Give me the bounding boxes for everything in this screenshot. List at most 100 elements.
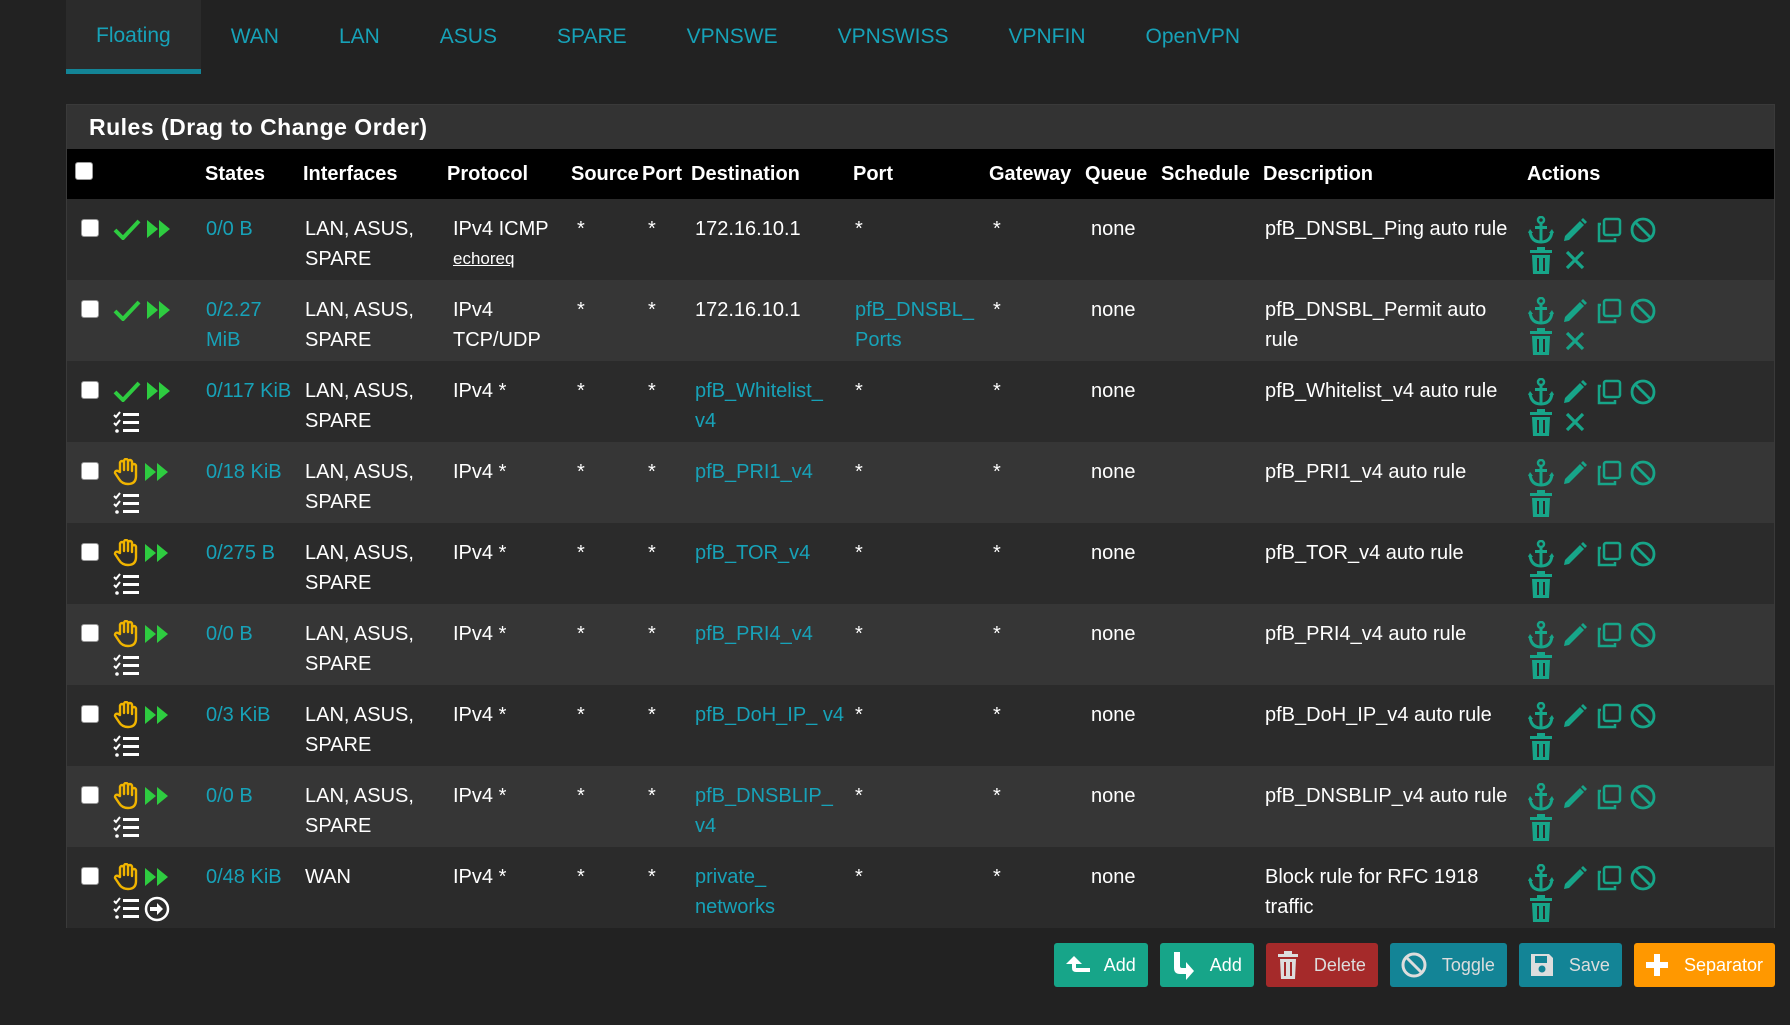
pencil-icon[interactable] — [1561, 216, 1589, 244]
tab-vpnfin[interactable]: VPNFIN — [979, 0, 1116, 74]
row-select-checkbox[interactable] — [81, 462, 99, 480]
clone-icon[interactable] — [1595, 378, 1623, 406]
trash-icon[interactable] — [1527, 489, 1555, 517]
tab-asus[interactable]: ASUS — [410, 0, 527, 74]
ban-icon[interactable] — [1629, 864, 1657, 892]
clone-icon[interactable] — [1595, 459, 1623, 487]
separator-button[interactable]: Separator — [1633, 943, 1775, 987]
destination-alias-link[interactable]: pfB_TOR_v4 — [695, 542, 810, 564]
table-row[interactable]: 0/0 B LAN, ASUS, SPARE IPv4 * * * pfB_PRI4_v4… — [67, 604, 1774, 685]
anchor-icon[interactable] — [1527, 620, 1555, 649]
pencil-icon[interactable] — [1561, 783, 1589, 811]
table-row[interactable]: 0/0 B LAN, ASUS, SPARE IPv4 ICMP echoreq * * 1… — [67, 199, 1774, 280]
anchor-icon[interactable] — [1527, 377, 1555, 406]
trash-icon[interactable] — [1527, 651, 1555, 679]
select-all-checkbox[interactable] — [75, 161, 93, 180]
states-link[interactable]: 0/18 KiB — [206, 461, 282, 483]
ban-icon[interactable] — [1629, 702, 1657, 730]
times-icon[interactable] — [1561, 246, 1589, 274]
destination-alias-link[interactable]: pfB_PRI4_v4 — [695, 623, 813, 645]
pencil-icon[interactable] — [1561, 378, 1589, 406]
pencil-icon[interactable] — [1561, 621, 1589, 649]
row-select-checkbox[interactable] — [81, 300, 99, 318]
ban-icon[interactable] — [1629, 216, 1657, 244]
table-row[interactable]: 0/48 KiB WAN IPv4 * * * private_ networks * * no… — [67, 847, 1774, 928]
clone-icon[interactable] — [1595, 621, 1623, 649]
clone-icon[interactable] — [1595, 540, 1623, 568]
clone-icon[interactable] — [1595, 864, 1623, 892]
pencil-icon[interactable] — [1561, 702, 1589, 730]
table-row[interactable]: 0/18 KiB LAN, ASUS, SPARE IPv4 * * * pfB_PRI1… — [67, 442, 1774, 523]
row-select-checkbox[interactable] — [81, 786, 99, 804]
clone-icon[interactable] — [1595, 783, 1623, 811]
add-bottom-button[interactable]: Add — [1159, 943, 1254, 987]
toggle-button[interactable]: Toggle — [1389, 943, 1507, 987]
states-link[interactable]: 0/0 B — [206, 623, 253, 645]
anchor-icon[interactable] — [1527, 215, 1555, 244]
trash-icon[interactable] — [1527, 813, 1555, 841]
anchor-icon[interactable] — [1527, 296, 1555, 325]
pencil-icon[interactable] — [1561, 540, 1589, 568]
anchor-icon[interactable] — [1527, 539, 1555, 568]
clone-icon[interactable] — [1595, 216, 1623, 244]
tab-spare[interactable]: SPARE — [527, 0, 657, 74]
table-row[interactable]: 0/117 KiB LAN, ASUS, SPARE IPv4 * * * pfB_Whi… — [67, 361, 1774, 442]
pencil-icon[interactable] — [1561, 459, 1589, 487]
destination-alias-link[interactable]: pfB_DNSBLIP_ v4 — [695, 785, 833, 837]
tab-floating[interactable]: Floating — [66, 0, 201, 74]
trash-icon[interactable] — [1527, 327, 1555, 355]
pencil-icon[interactable] — [1561, 864, 1589, 892]
trash-icon[interactable] — [1527, 408, 1555, 436]
ban-icon[interactable] — [1629, 783, 1657, 811]
anchor-icon[interactable] — [1527, 701, 1555, 730]
tab-wan[interactable]: WAN — [201, 0, 309, 74]
destination-alias-link[interactable]: pfB_DoH_IP_ v4 — [695, 704, 844, 726]
row-select-checkbox[interactable] — [81, 219, 99, 237]
ban-icon[interactable] — [1629, 540, 1657, 568]
table-row[interactable]: 0/0 B LAN, ASUS, SPARE IPv4 * * * pfB_DNSBLIP… — [67, 766, 1774, 847]
destination-port-alias-link[interactable]: pfB_DNSBL_ Ports — [855, 299, 974, 351]
delete-button[interactable]: Delete — [1265, 943, 1378, 987]
states-link[interactable]: 0/3 KiB — [206, 704, 270, 726]
destination-alias-link[interactable]: pfB_Whitelist_ v4 — [695, 380, 823, 432]
row-select-checkbox[interactable] — [81, 381, 99, 399]
times-icon[interactable] — [1561, 327, 1589, 355]
destination-alias-link[interactable]: private_ networks — [695, 866, 775, 918]
tab-vpnswiss[interactable]: VPNSWISS — [808, 0, 979, 74]
anchor-icon[interactable] — [1527, 458, 1555, 487]
states-link[interactable]: 0/117 KiB — [206, 380, 291, 402]
trash-icon[interactable] — [1527, 246, 1555, 274]
clone-icon[interactable] — [1595, 702, 1623, 730]
ban-icon[interactable] — [1629, 378, 1657, 406]
trash-icon[interactable] — [1527, 570, 1555, 598]
table-row[interactable]: 0/2.27 MiB LAN, ASUS, SPARE IPv4 TCP/UDP * *… — [67, 280, 1774, 361]
protocol-subtype-link[interactable]: echoreq — [453, 244, 567, 274]
states-link[interactable]: 0/0 B — [206, 785, 253, 807]
row-select-checkbox[interactable] — [81, 543, 99, 561]
row-select-checkbox[interactable] — [81, 867, 99, 885]
tab-openvpn[interactable]: OpenVPN — [1116, 0, 1271, 74]
ban-icon[interactable] — [1629, 621, 1657, 649]
anchor-icon[interactable] — [1527, 863, 1555, 892]
states-link[interactable]: 0/0 B — [206, 218, 253, 240]
table-row[interactable]: 0/3 KiB LAN, ASUS, SPARE IPv4 * * * pfB_DoH_I… — [67, 685, 1774, 766]
states-link[interactable]: 0/48 KiB — [206, 866, 282, 888]
tab-lan[interactable]: LAN — [309, 0, 410, 74]
save-button[interactable]: Save — [1518, 943, 1622, 987]
destination-alias-link[interactable]: pfB_PRI1_v4 — [695, 461, 813, 483]
anchor-icon[interactable] — [1527, 782, 1555, 811]
tab-vpnswe[interactable]: VPNSWE — [657, 0, 808, 74]
ban-icon[interactable] — [1629, 459, 1657, 487]
pencil-icon[interactable] — [1561, 297, 1589, 325]
row-select-checkbox[interactable] — [81, 705, 99, 723]
states-link[interactable]: 0/275 B — [206, 542, 275, 564]
trash-icon[interactable] — [1527, 732, 1555, 760]
times-icon[interactable] — [1561, 408, 1589, 436]
add-top-button[interactable]: Add — [1053, 943, 1148, 987]
ban-icon[interactable] — [1629, 297, 1657, 325]
states-link[interactable]: 0/2.27 MiB — [206, 299, 262, 351]
table-row[interactable]: 0/275 B LAN, ASUS, SPARE IPv4 * * * pfB_TOR_v… — [67, 523, 1774, 604]
row-select-checkbox[interactable] — [81, 624, 99, 642]
trash-icon[interactable] — [1527, 894, 1555, 922]
clone-icon[interactable] — [1595, 297, 1623, 325]
